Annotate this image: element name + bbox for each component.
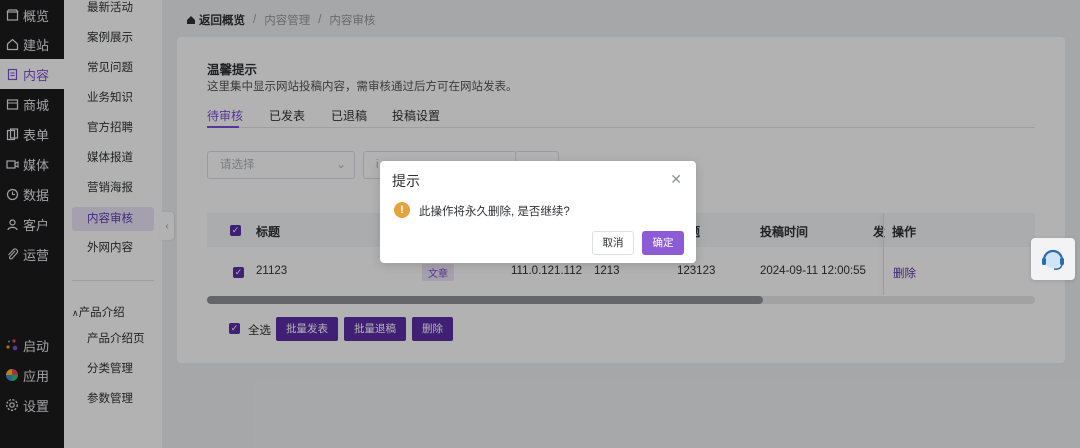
close-icon[interactable]: ✕	[670, 171, 682, 188]
confirm-dialog: 提示 ✕ ! 此操作将永久删除, 是否继续? 取消 确定	[380, 161, 696, 263]
confirm-button[interactable]: 确定	[642, 231, 684, 255]
headset-icon	[1042, 249, 1064, 270]
cancel-button[interactable]: 取消	[592, 231, 634, 255]
dialog-title: 提示	[392, 173, 420, 189]
customer-support-button[interactable]	[1031, 238, 1075, 280]
dialog-message: 此操作将永久删除, 是否继续?	[419, 206, 570, 218]
warning-icon: !	[394, 202, 410, 218]
